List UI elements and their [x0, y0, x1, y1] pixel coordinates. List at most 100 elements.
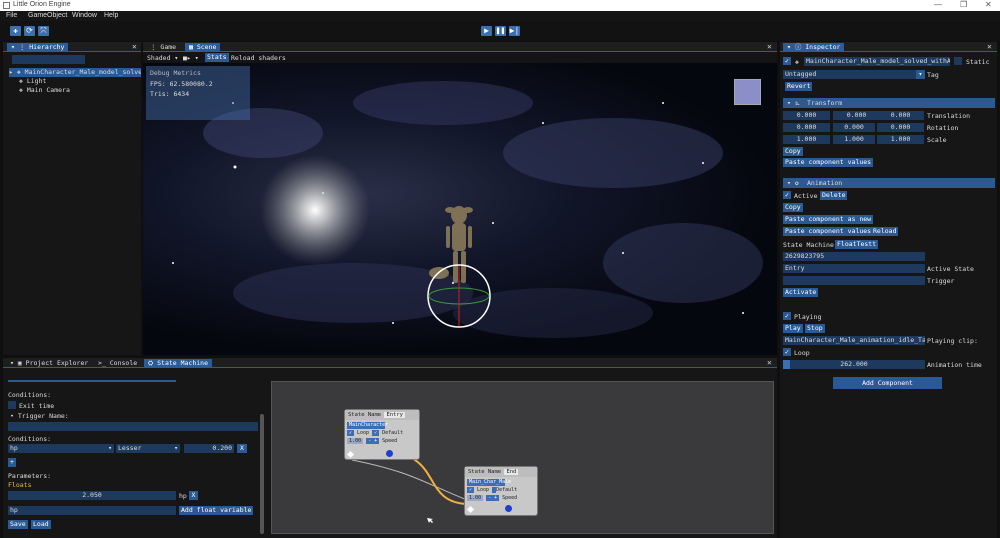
menu-help[interactable]: Help [104, 12, 118, 19]
transform-section-header[interactable]: ▾ ⊾ Transform [783, 98, 995, 108]
step-icon[interactable]: ▶| [509, 26, 520, 36]
menu-gameobject[interactable]: GameObject [28, 12, 67, 19]
pause-icon[interactable]: ❚❚ [495, 26, 506, 36]
rotate-tool-icon[interactable]: ⟳ [24, 26, 35, 36]
animation-time-slider[interactable]: 262.000 [783, 360, 925, 369]
shading-dropdown[interactable]: Shaded ▾ [147, 54, 178, 62]
exit-time-checkbox[interactable] [8, 401, 16, 409]
node-speed-value[interactable]: 1.00 [467, 495, 484, 501]
node-input-pin[interactable] [346, 450, 355, 459]
tab-project-explorer[interactable]: ▾ ▣ Project Explorer [6, 359, 92, 368]
hierarchy-item-camera[interactable]: ❖ Main Camera [19, 86, 70, 94]
animation-copy-button[interactable]: Copy [783, 203, 803, 212]
state-machine-id-field[interactable]: 2629823795 [783, 252, 925, 261]
node-output-pin[interactable] [386, 450, 393, 457]
stats-button[interactable]: Stats [205, 53, 229, 62]
activate-button[interactable]: Activate [783, 288, 819, 297]
minimize-icon[interactable]: — [934, 0, 942, 9]
close-window-icon[interactable]: ✕ [985, 0, 992, 9]
translation-x[interactable]: 0.000 [783, 111, 830, 120]
state-node-entry[interactable]: State Name Entry MainCharacter_ ✓ Loop ✓… [344, 409, 420, 460]
camera-dropdown-icon[interactable]: ■▸ ▾ [183, 54, 199, 62]
trigger-name-input[interactable] [8, 422, 258, 431]
inspector-header: ▾ ⓘ Inspector ✕ [780, 42, 997, 52]
node-speed-stepper[interactable]: - + [366, 438, 380, 444]
scale-tool-icon[interactable]: ⤧ [38, 26, 49, 36]
paste-component-new-button[interactable]: Paste component as new [783, 215, 874, 224]
tab-hierarchy[interactable]: ▾ ⋮ Hierarchy [7, 43, 69, 52]
scene-viewport[interactable]: Debug Metrics FPS: 62.580080.2 Tris: 643… [143, 63, 777, 355]
float-value-input[interactable]: 2.050 [8, 491, 176, 500]
maximize-icon[interactable]: ❐ [960, 0, 967, 9]
add-component-button[interactable]: Add Component [833, 377, 942, 389]
animation-delete-button[interactable]: Delete [820, 191, 848, 200]
stop-button[interactable]: Stop [805, 324, 825, 333]
hierarchy-item-maincharacter[interactable]: ▸ ❖ MainCharacter_Male_model_solved_with… [9, 68, 141, 77]
reload-button[interactable]: Reload [871, 227, 899, 236]
translation-y[interactable]: 0.000 [833, 111, 880, 120]
menu-file[interactable]: File [6, 12, 17, 19]
tab-scene[interactable]: ▦ Scene [185, 43, 221, 52]
menu-window[interactable]: Window [72, 12, 97, 19]
save-button[interactable]: Save [8, 520, 28, 529]
remove-condition-button[interactable]: X [237, 444, 247, 453]
loop-checkbox[interactable]: ✓ [783, 348, 791, 356]
add-float-button[interactable]: Add float variable [179, 506, 254, 515]
reload-shaders-button[interactable]: Reload shaders [231, 54, 286, 62]
add-condition-button[interactable]: + [8, 458, 16, 467]
view-gizmo[interactable] [734, 79, 761, 105]
scrollbar[interactable] [260, 414, 264, 534]
hierarchy-search-input[interactable] [12, 55, 85, 64]
node-loop-checkbox[interactable]: ✓ [347, 430, 355, 436]
hierarchy-item-light[interactable]: ❖ Light [19, 77, 46, 85]
paste-component-values-button[interactable]: Paste component values [783, 227, 874, 236]
remove-float-button[interactable]: X [189, 491, 198, 500]
playing-checkbox[interactable]: ✓ [783, 312, 791, 320]
node-speed-stepper[interactable]: - + [486, 495, 500, 501]
tab-inspector[interactable]: ▾ ⓘ Inspector [783, 43, 845, 52]
animation-section-header[interactable]: ▾ ✪ Animation [783, 178, 995, 188]
move-tool-icon[interactable]: ✚ [10, 26, 21, 36]
active-state-field[interactable]: Entry [783, 264, 925, 273]
scale-y[interactable]: 1.000 [833, 135, 875, 144]
trigger-input[interactable] [783, 276, 925, 285]
state-machine-graph[interactable]: State Name Entry MainCharacter_ ✓ Loop ✓… [271, 381, 774, 534]
close-icon[interactable]: ✕ [132, 42, 137, 51]
condition-param-dropdown[interactable]: hp ▾ [8, 444, 114, 453]
load-button[interactable]: Load [31, 520, 51, 529]
condition-value-input[interactable]: 0.200 [184, 444, 234, 453]
node-loop-checkbox[interactable]: ✓ [467, 487, 475, 493]
translation-z[interactable]: 0.000 [877, 111, 924, 120]
scale-z[interactable]: 1.000 [877, 135, 924, 144]
tab-console[interactable]: >_ Console [94, 359, 141, 368]
rotation-y[interactable]: 0.000 [833, 123, 875, 132]
tag-dropdown[interactable]: Untagged [783, 70, 925, 79]
playing-clip-field[interactable]: MainCharacter_Male_animation_idle_Take 0… [783, 336, 925, 345]
rotation-x[interactable]: 0.000 [783, 123, 830, 132]
node-speed-value[interactable]: 1.00 [347, 438, 364, 444]
rotation-z[interactable]: 0.000 [877, 123, 924, 132]
tab-state-machine[interactable]: ⛭ State Machine [144, 359, 212, 368]
state-node-end[interactable]: State Name End Main_Char_Male ✓ Loop Def… [464, 466, 538, 516]
transform-copy-button[interactable]: Copy [783, 147, 803, 156]
play-icon[interactable]: ▶ [481, 26, 492, 36]
node-output-pin[interactable] [505, 505, 512, 512]
static-checkbox[interactable] [954, 57, 962, 65]
scale-x[interactable]: 1.000 [783, 135, 830, 144]
close-icon[interactable]: ✕ [767, 42, 772, 51]
tab-game[interactable]: ⋮ Game [146, 43, 180, 52]
node-default-checkbox[interactable]: ✓ [372, 430, 380, 436]
chevron-down-icon[interactable]: ▾ [916, 70, 925, 79]
node-input-pin[interactable] [466, 505, 475, 514]
object-name-input[interactable]: MainCharacter_Male_model_solved_withAM [804, 57, 950, 66]
close-icon[interactable]: ✕ [767, 358, 772, 367]
revert-button[interactable]: Revert [785, 82, 813, 91]
animation-active-checkbox[interactable]: ✓ [783, 191, 791, 199]
object-active-checkbox[interactable]: ✓ [783, 57, 791, 65]
transform-paste-button[interactable]: Paste component values [783, 158, 874, 167]
condition-op-dropdown[interactable]: Lesser ▾ [116, 444, 180, 453]
state-machine-button[interactable]: FloatTestt [835, 240, 879, 249]
new-float-input[interactable]: hp [8, 506, 176, 515]
close-icon[interactable]: ✕ [987, 42, 992, 51]
play-button[interactable]: Play [783, 324, 803, 333]
